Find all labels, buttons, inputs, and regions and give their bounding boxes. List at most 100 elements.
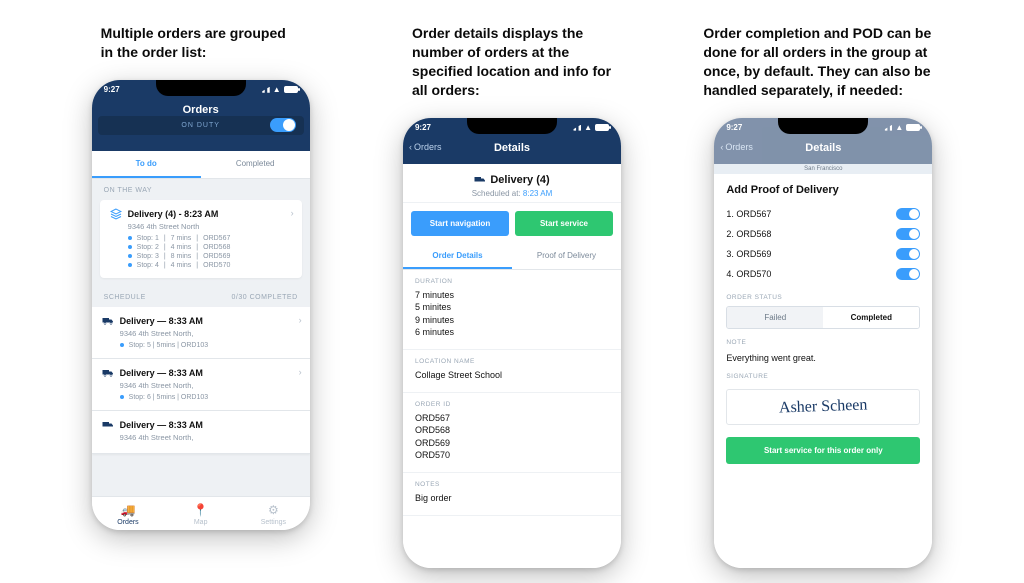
pod-toggle[interactable] bbox=[896, 228, 920, 240]
schedule-card[interactable]: › Delivery — 8:33 AM 9346 4th Street Nor… bbox=[92, 359, 310, 411]
schedule-card[interactable]: Delivery — 8:33 AM 9346 4th Street North… bbox=[92, 411, 310, 454]
group-headline: Delivery (4) - 8:23 AM bbox=[128, 209, 219, 219]
signal-icon bbox=[571, 125, 581, 131]
layers-icon bbox=[110, 208, 122, 220]
order-tabs: To do Completed bbox=[92, 151, 310, 179]
group-address: 9346 4th Street North bbox=[128, 222, 292, 231]
schedule-headline: Delivery — 8:33 AM bbox=[120, 316, 203, 326]
section-on-the-way: ON THE WAY bbox=[92, 179, 310, 200]
notes-section: NOTES Big order bbox=[403, 473, 621, 516]
chevron-right-icon: › bbox=[291, 208, 294, 218]
location-section: LOCATION NAME Collage Street School bbox=[403, 350, 621, 393]
chevron-left-icon: ‹ bbox=[409, 142, 412, 152]
chevron-right-icon: › bbox=[299, 315, 302, 325]
truck-icon: 🚚 bbox=[121, 503, 136, 517]
duty-label: ON DUTY bbox=[181, 122, 220, 129]
start-service-button[interactable]: Start service bbox=[515, 211, 613, 236]
signature-box[interactable]: Asher Scheen bbox=[726, 389, 920, 425]
action-buttons: Start navigation Start service bbox=[403, 203, 621, 244]
phone-pod: 9:27 ▲ ‹Orders Details San Francisco Add… bbox=[714, 118, 932, 568]
status-icons: ▲ bbox=[260, 85, 298, 94]
signal-icon bbox=[260, 87, 270, 93]
detail-subtabs: Order Details Proof of Delivery bbox=[403, 244, 621, 270]
schedule-card[interactable]: › Delivery — 8:33 AM 9346 4th Street Nor… bbox=[92, 307, 310, 359]
navbar: ‹Orders Details bbox=[714, 136, 932, 164]
start-service-single-button[interactable]: Start service for this order only bbox=[726, 437, 920, 464]
pin-icon: 📍 bbox=[193, 503, 208, 517]
schedule-count: 0/30 COMPLETED bbox=[232, 294, 298, 301]
order-status-label: ORDER STATUS bbox=[726, 294, 920, 301]
stop-line: Stop: 6 | 5mins | ORD103 bbox=[120, 393, 300, 402]
tab-proof-of-delivery[interactable]: Proof of Delivery bbox=[512, 244, 621, 269]
tabbar-orders[interactable]: 🚚Orders bbox=[92, 503, 165, 526]
detail-header: Delivery (4) Scheduled at: 8:23 AM bbox=[403, 164, 621, 203]
caption-2: Order details displays the number of ord… bbox=[412, 24, 612, 100]
notch bbox=[778, 118, 868, 134]
truck-icon bbox=[102, 419, 114, 431]
pod-item: 4. ORD570 bbox=[726, 264, 920, 284]
phone-order-details: 9:27 ▲ ‹Orders Details Delivery (4) Sche… bbox=[403, 118, 621, 568]
segment-failed[interactable]: Failed bbox=[727, 307, 823, 328]
schedule-headline: Delivery — 8:33 AM bbox=[120, 368, 203, 378]
tab-completed[interactable]: Completed bbox=[201, 151, 310, 178]
segment-completed[interactable]: Completed bbox=[823, 307, 919, 328]
wifi-icon: ▲ bbox=[273, 85, 281, 94]
signal-icon bbox=[882, 125, 892, 131]
status-icons: ▲ bbox=[571, 123, 609, 132]
pod-title: Add Proof of Delivery bbox=[726, 184, 920, 196]
gear-icon: ⚙ bbox=[268, 503, 279, 517]
back-button[interactable]: ‹Orders bbox=[409, 142, 442, 152]
schedule-address: 9346 4th Street North, bbox=[120, 381, 300, 390]
tabbar-settings[interactable]: ⚙Settings bbox=[237, 503, 310, 526]
tab-todo[interactable]: To do bbox=[92, 151, 201, 178]
truck-icon bbox=[102, 315, 114, 327]
duty-toggle-row: ON DUTY bbox=[98, 116, 304, 135]
status-icons: ▲ bbox=[882, 123, 920, 132]
caption-3: Order completion and POD can be done for… bbox=[703, 24, 943, 100]
wifi-icon: ▲ bbox=[584, 123, 592, 132]
navbar: Orders ON DUTY bbox=[92, 98, 310, 151]
chevron-right-icon: › bbox=[299, 367, 302, 377]
pod-item: 2. ORD568 bbox=[726, 224, 920, 244]
chevron-left-icon: ‹ bbox=[720, 142, 723, 152]
signature-label: SIGNATURE bbox=[726, 373, 920, 380]
battery-icon bbox=[906, 124, 920, 131]
status-time: 9:27 bbox=[104, 85, 120, 94]
order-group-card[interactable]: › Delivery (4) - 8:23 AM 9346 4th Street… bbox=[100, 200, 302, 278]
status-time: 9:27 bbox=[415, 123, 431, 132]
notch bbox=[467, 118, 557, 134]
stop-line: Stop: 4|4 mins|ORD570 bbox=[128, 261, 292, 270]
tab-order-details[interactable]: Order Details bbox=[403, 244, 512, 269]
stop-line: Stop: 3|8 mins|ORD569 bbox=[128, 252, 292, 261]
battery-icon bbox=[595, 124, 609, 131]
back-button[interactable]: ‹Orders bbox=[720, 142, 753, 152]
truck-icon bbox=[102, 367, 114, 379]
signature-image: Asher Scheen bbox=[779, 396, 868, 417]
tabbar-map[interactable]: 📍Map bbox=[164, 503, 237, 526]
phone-order-list: 9:27 ▲ Orders ON DUTY To do Completed bbox=[92, 80, 310, 530]
tab-bar: 🚚Orders 📍Map ⚙Settings bbox=[92, 496, 310, 530]
pod-toggle[interactable] bbox=[896, 268, 920, 280]
pod-item: 1. ORD567 bbox=[726, 204, 920, 224]
battery-icon bbox=[284, 86, 298, 93]
schedule-address: 9346 4th Street North, bbox=[120, 433, 300, 442]
notch bbox=[156, 80, 246, 96]
duration-section: DURATION 7 minutes 5 minites 9 minutes 6… bbox=[403, 270, 621, 350]
note-label: NOTE bbox=[726, 339, 920, 346]
pod-sheet: Add Proof of Delivery 1. ORD567 2. ORD56… bbox=[714, 174, 932, 568]
pod-toggle[interactable] bbox=[896, 248, 920, 260]
status-time: 9:27 bbox=[726, 123, 742, 132]
pod-toggle[interactable] bbox=[896, 208, 920, 220]
start-navigation-button[interactable]: Start navigation bbox=[411, 211, 509, 236]
note-value[interactable]: Everything went great. bbox=[726, 353, 920, 363]
wifi-icon: ▲ bbox=[895, 123, 903, 132]
status-segment: Failed Completed bbox=[726, 306, 920, 329]
schedule-address: 9346 4th Street North, bbox=[120, 329, 300, 338]
caption-1: Multiple orders are grouped in the order… bbox=[101, 24, 301, 62]
stop-line: Stop: 2|4 mins|ORD568 bbox=[128, 243, 292, 252]
pod-item: 3. ORD569 bbox=[726, 244, 920, 264]
map-sliver: San Francisco bbox=[714, 164, 932, 174]
duty-toggle[interactable] bbox=[270, 118, 296, 132]
schedule-headline: Delivery — 8:33 AM bbox=[120, 420, 203, 430]
stop-line: Stop: 1|7 mins|ORD567 bbox=[128, 234, 292, 243]
